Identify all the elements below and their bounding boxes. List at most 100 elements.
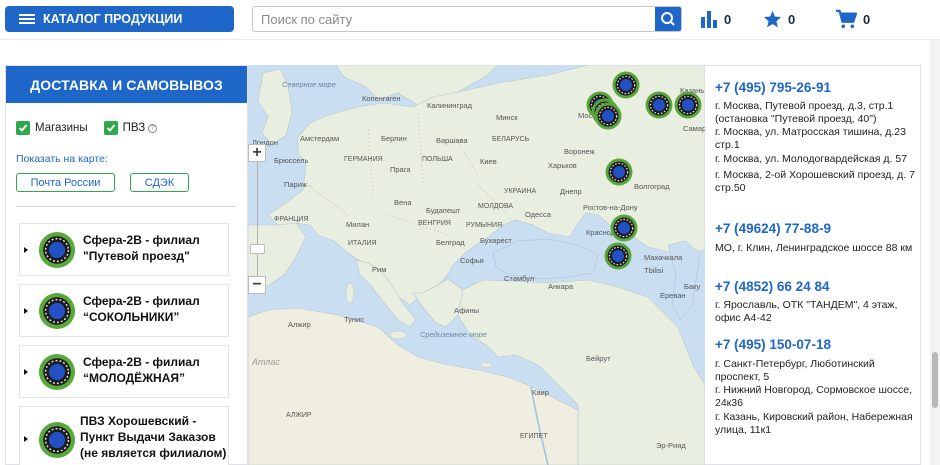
map-marker[interactable] <box>673 90 703 120</box>
favorites-button[interactable]: 0 <box>763 9 795 29</box>
pvz-checkbox[interactable] <box>103 121 118 135</box>
map-label: Одесса <box>525 210 552 219</box>
store-marker-icon <box>38 292 76 330</box>
phone-link[interactable]: +7 (49624) 77-88-9 <box>715 221 831 236</box>
map-label: УКРАИНА <box>504 188 536 195</box>
map-label: Средиземное море <box>420 330 487 339</box>
pickup-marker-icon <box>38 421 76 459</box>
address-text: г. Москва, ул. Матросская тишина, д.23 с… <box>715 126 906 151</box>
cdek-button[interactable]: СДЭК <box>130 173 189 192</box>
zoom-in-button[interactable]: + <box>248 144 266 162</box>
map-label: Берлин <box>381 134 407 143</box>
header: КАТАЛОГ ПРОДУКЦИИ 0 0 0 <box>0 0 940 40</box>
scrollbar-thumb[interactable] <box>932 352 938 408</box>
check-icon <box>18 124 28 132</box>
map-label: Tbilisi <box>644 266 664 275</box>
map-label: Брюссель <box>274 156 309 165</box>
list-item[interactable]: ПВЗ Хорошевский - Пункт Выдачи Заказов (не… <box>19 406 229 465</box>
address-text: г. Москва, 2-ой Хорошевский проезд, д. 7… <box>715 169 915 194</box>
phone-link[interactable]: +7 (4852) 66 24 84 <box>715 279 829 294</box>
map-label: Будапешт <box>426 206 461 215</box>
map-label: Махачкала <box>644 253 683 262</box>
item-title: ПВЗ Хорошевский - Пункт Выдачи Заказов (не… <box>80 414 227 460</box>
item-title: Сфера-2В - филиал “МОЛОДЁЖНАЯ” <box>83 355 200 385</box>
map-marker[interactable] <box>603 241 633 271</box>
list-item[interactable]: Сфера-2В - филиал "Путевой проезд" <box>19 223 229 276</box>
map-label: Ереван <box>660 291 686 300</box>
map-label: МОЛДОВА <box>478 203 513 210</box>
map-label: Копенгаген <box>362 94 401 103</box>
address-text: г. Москва, ул. Молодогвардейская д. 57 <box>715 153 908 165</box>
map[interactable]: Северное море Копенгаген Калининград Мин… <box>248 65 705 465</box>
item-title: Сфера-2В - филиал "Путевой проезд" <box>83 233 200 263</box>
map-marker[interactable] <box>644 90 674 120</box>
show-on-map-label: Показать на карте: <box>16 153 108 165</box>
store-marker-icon <box>38 231 76 269</box>
map-label: Воронеж <box>564 147 595 156</box>
russian-post-button[interactable]: Почта России <box>16 173 115 192</box>
map-label: АЛЖИР <box>286 412 312 419</box>
shops-checkbox[interactable] <box>16 121 30 135</box>
map-label: Бухарест <box>480 236 512 245</box>
map-label: Киев <box>480 157 497 166</box>
map-label: ВЕНГРИЯ <box>418 220 451 227</box>
map-label: Тунис <box>344 315 364 324</box>
compare-button[interactable]: 0 <box>700 9 731 29</box>
map-label: Париж <box>284 180 307 189</box>
catalog-button[interactable]: КАТАЛОГ ПРОДУКЦИИ <box>5 6 234 32</box>
map-label: Афины <box>454 306 479 315</box>
map-label: Харьков <box>548 161 577 170</box>
map-label: Самара <box>683 124 705 133</box>
page-scrollbar[interactable] <box>930 40 940 465</box>
search-icon <box>661 12 675 26</box>
search-box <box>252 6 682 32</box>
chevron-right-icon <box>24 247 28 253</box>
map-label: ЕГИПЕТ <box>520 433 548 440</box>
info-icon[interactable]: ? <box>148 123 158 133</box>
map-label: Минск <box>496 113 518 122</box>
check-icon <box>106 124 115 132</box>
map-marker[interactable] <box>611 70 641 100</box>
map-label: ПОЛЬША <box>422 156 453 163</box>
map-marker[interactable] <box>604 157 634 187</box>
map-label: Вена <box>394 198 412 207</box>
map-canvas: Северное море Копенгаген Калининград Мин… <box>248 65 705 465</box>
star-icon <box>763 10 782 28</box>
catalog-label: КАТАЛОГ ПРОДУКЦИИ <box>43 12 183 26</box>
cart-button[interactable]: 0 <box>835 9 870 29</box>
zoom-control: + − <box>248 144 268 300</box>
chevron-right-icon <box>24 369 28 375</box>
map-label: Северное море <box>282 80 336 89</box>
panel-title: ДОСТАВКА И САМОВЫВОЗ <box>6 66 247 103</box>
zoom-out-button[interactable]: − <box>248 276 266 294</box>
map-label: БЕЛАРУСЬ <box>492 136 530 143</box>
zoom-slider-handle[interactable] <box>250 244 265 254</box>
search-button[interactable] <box>655 7 681 31</box>
store-marker-icon <box>38 353 76 391</box>
map-marker[interactable] <box>609 213 639 243</box>
phone-link[interactable]: +7 (495) 795-26-91 <box>715 80 831 95</box>
map-label: Милан <box>346 220 369 229</box>
cart-icon <box>836 9 857 29</box>
map-label: ФРАНЦИЯ <box>274 216 309 223</box>
map-label: Волгоград <box>634 182 670 191</box>
address-text: г. Москва, Путевой проезд, д.3, стр.1 (о… <box>715 100 894 125</box>
search-input[interactable] <box>253 7 655 31</box>
filter-row: Магазины ПВЗ ? <box>16 121 158 135</box>
phone-link[interactable]: +7 (495) 150-07-18 <box>715 337 831 352</box>
map-label: ГЕРМАНИЯ <box>344 156 383 163</box>
map-marker[interactable] <box>593 101 623 131</box>
map-label: Стамбул <box>504 274 534 283</box>
map-label: Софья <box>460 256 484 265</box>
map-label: Варшава <box>436 136 468 145</box>
address-text: МО, г. Клин, Ленинградское шоссе 88 км <box>715 242 913 254</box>
list-item[interactable]: Сфера-2В - филиал “СОКОЛЬНИКИ” <box>19 284 229 337</box>
contacts-panel: +7 (495) 795-26-91 г. Москва, Путевой пр… <box>705 65 921 465</box>
list-item[interactable]: Сфера-2В - филиал “МОЛОДЁЖНАЯ” <box>19 345 229 398</box>
map-label: Каир <box>532 388 549 397</box>
map-label: Алжир <box>288 320 311 329</box>
map-label: Атлас <box>251 357 280 367</box>
menu-icon <box>19 14 35 24</box>
address-text: г. Казань, Кировский район, Набережная у… <box>715 411 913 436</box>
compare-count: 0 <box>724 11 732 27</box>
